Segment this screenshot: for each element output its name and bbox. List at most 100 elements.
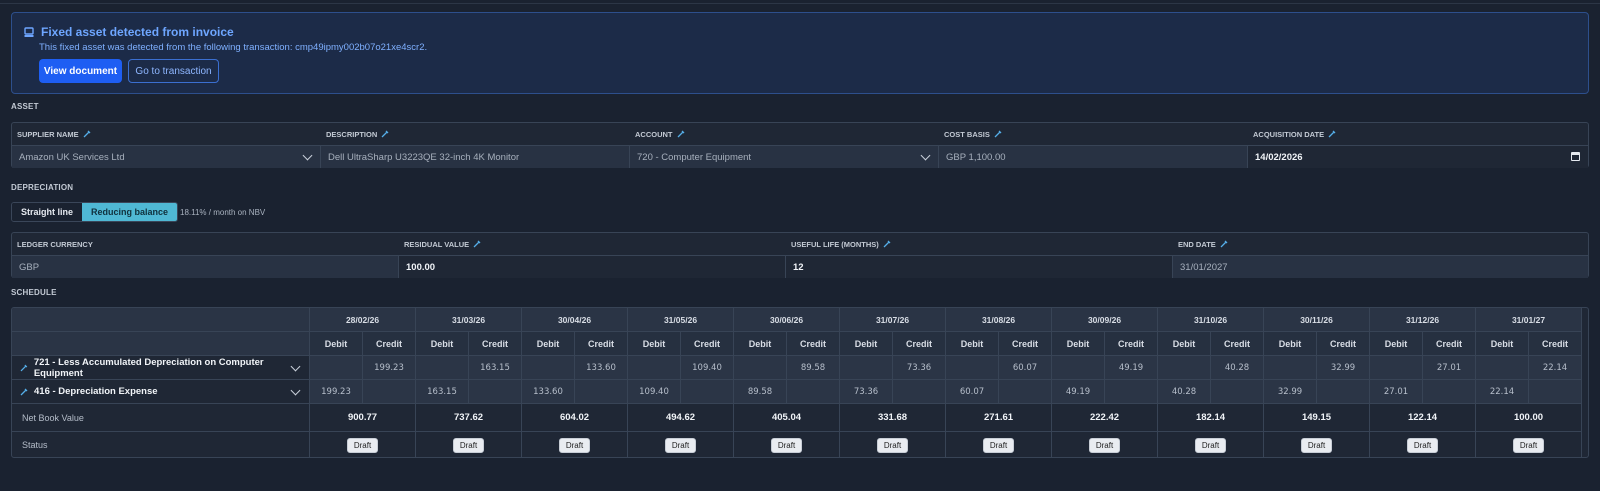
- debit-cell[interactable]: 27.01: [1370, 380, 1423, 404]
- edit-icon[interactable]: [20, 388, 28, 396]
- credit-cell[interactable]: 199.23: [363, 356, 416, 380]
- account-row-select[interactable]: 416 - Depreciation Expense: [12, 380, 310, 404]
- status-badge[interactable]: Draft: [452, 437, 485, 453]
- status-badge[interactable]: Draft: [1512, 437, 1545, 453]
- status-badge[interactable]: Draft: [664, 437, 697, 453]
- credit-header: Credit: [893, 332, 946, 356]
- net-book-value: 900.77: [310, 404, 416, 432]
- useful-life-input[interactable]: 12: [786, 256, 1173, 278]
- debit-cell[interactable]: [1370, 356, 1423, 380]
- debit-cell[interactable]: 109.40: [628, 380, 681, 404]
- debit-cell[interactable]: 49.19: [1052, 380, 1105, 404]
- debit-header: Debit: [522, 332, 575, 356]
- status-cell: Draft: [734, 432, 840, 457]
- edit-icon[interactable]: [1328, 130, 1336, 138]
- account-select[interactable]: 720 - Computer Equipment: [630, 146, 939, 168]
- edit-icon[interactable]: [20, 364, 28, 372]
- go-to-transaction-button[interactable]: Go to transaction: [128, 59, 219, 83]
- credit-cell[interactable]: [1529, 380, 1582, 404]
- edit-icon[interactable]: [994, 130, 1002, 138]
- credit-cell[interactable]: [575, 380, 628, 404]
- debit-cell[interactable]: 199.23: [310, 380, 363, 404]
- debit-cell[interactable]: [1264, 356, 1317, 380]
- description-input[interactable]: Dell UltraSharp U3223QE 32-inch 4K Monit…: [321, 146, 630, 168]
- edit-icon[interactable]: [473, 240, 481, 248]
- status-badge[interactable]: Draft: [1406, 437, 1439, 453]
- debit-cell[interactable]: 32.99: [1264, 380, 1317, 404]
- supplier-header: SUPPLIER NAME: [12, 123, 321, 145]
- supplier-select[interactable]: Amazon UK Services Ltd: [12, 146, 321, 168]
- credit-cell[interactable]: [681, 380, 734, 404]
- period-date: 31/10/26: [1158, 308, 1264, 332]
- debit-cell[interactable]: [522, 356, 575, 380]
- credit-cell[interactable]: [1317, 380, 1370, 404]
- debit-cell[interactable]: 22.14: [1476, 380, 1529, 404]
- debit-cell[interactable]: 73.36: [840, 380, 893, 404]
- status-badge[interactable]: Draft: [1300, 437, 1333, 453]
- debit-cell[interactable]: [840, 356, 893, 380]
- edit-icon[interactable]: [1220, 240, 1228, 248]
- status-badge[interactable]: Draft: [1194, 437, 1227, 453]
- credit-header: Credit: [469, 332, 522, 356]
- debit-cell[interactable]: 163.15: [416, 380, 469, 404]
- status-badge[interactable]: Draft: [346, 437, 379, 453]
- credit-cell[interactable]: 109.40: [681, 356, 734, 380]
- debit-cell[interactable]: 60.07: [946, 380, 999, 404]
- method-straight-line[interactable]: Straight line: [12, 203, 83, 221]
- debit-cell[interactable]: [1476, 356, 1529, 380]
- edit-icon[interactable]: [677, 130, 685, 138]
- credit-cell[interactable]: [1423, 380, 1476, 404]
- method-reducing-balance[interactable]: Reducing balance: [82, 203, 178, 221]
- credit-cell[interactable]: 73.36: [893, 356, 946, 380]
- account-row-select[interactable]: 721 - Less Accumulated Depreciation on C…: [12, 356, 310, 380]
- debit-cell[interactable]: [1158, 356, 1211, 380]
- credit-cell[interactable]: 60.07: [999, 356, 1052, 380]
- period-date: 31/07/26: [840, 308, 946, 332]
- credit-cell[interactable]: 133.60: [575, 356, 628, 380]
- credit-cell[interactable]: 27.01: [1423, 356, 1476, 380]
- calendar-icon[interactable]: [1571, 152, 1580, 161]
- credit-cell[interactable]: [893, 380, 946, 404]
- acquisition-date-input[interactable]: 14/02/2026: [1248, 146, 1588, 168]
- credit-cell[interactable]: 89.58: [787, 356, 840, 380]
- credit-cell[interactable]: [787, 380, 840, 404]
- status-badge[interactable]: Draft: [558, 437, 591, 453]
- credit-cell[interactable]: [999, 380, 1052, 404]
- credit-cell[interactable]: 32.99: [1317, 356, 1370, 380]
- debit-cell[interactable]: [734, 356, 787, 380]
- debit-cell[interactable]: [310, 356, 363, 380]
- account-header: ACCOUNT: [630, 123, 939, 145]
- credit-cell[interactable]: 22.14: [1529, 356, 1582, 380]
- status-badge[interactable]: Draft: [1088, 437, 1121, 453]
- schedule-section-label: SCHEDULE: [11, 288, 57, 297]
- status-badge[interactable]: Draft: [876, 437, 909, 453]
- edit-icon[interactable]: [83, 130, 91, 138]
- credit-header: Credit: [1105, 332, 1158, 356]
- debit-cell[interactable]: [946, 356, 999, 380]
- debit-cell[interactable]: [628, 356, 681, 380]
- credit-cell[interactable]: 49.19: [1105, 356, 1158, 380]
- debit-cell[interactable]: [1052, 356, 1105, 380]
- credit-cell[interactable]: 40.28: [1211, 356, 1264, 380]
- credit-header: Credit: [575, 332, 628, 356]
- cost-basis-input[interactable]: GBP 1,100.00: [939, 146, 1248, 168]
- status-badge[interactable]: Draft: [982, 437, 1015, 453]
- debit-cell[interactable]: [416, 356, 469, 380]
- edit-icon[interactable]: [381, 130, 389, 138]
- credit-cell[interactable]: [469, 380, 522, 404]
- status-badge[interactable]: Draft: [770, 437, 803, 453]
- edit-icon[interactable]: [883, 240, 891, 248]
- status-cell: Draft: [628, 432, 734, 457]
- view-document-button[interactable]: View document: [39, 59, 122, 83]
- residual-input[interactable]: 100.00: [399, 256, 786, 278]
- status-cell: Draft: [1158, 432, 1264, 457]
- residual-label: RESIDUAL VALUE: [404, 239, 470, 249]
- credit-cell[interactable]: [1105, 380, 1158, 404]
- credit-cell[interactable]: 163.15: [469, 356, 522, 380]
- debit-cell[interactable]: 40.28: [1158, 380, 1211, 404]
- credit-cell[interactable]: [1211, 380, 1264, 404]
- debit-header: Debit: [416, 332, 469, 356]
- debit-cell[interactable]: 89.58: [734, 380, 787, 404]
- credit-cell[interactable]: [363, 380, 416, 404]
- debit-cell[interactable]: 133.60: [522, 380, 575, 404]
